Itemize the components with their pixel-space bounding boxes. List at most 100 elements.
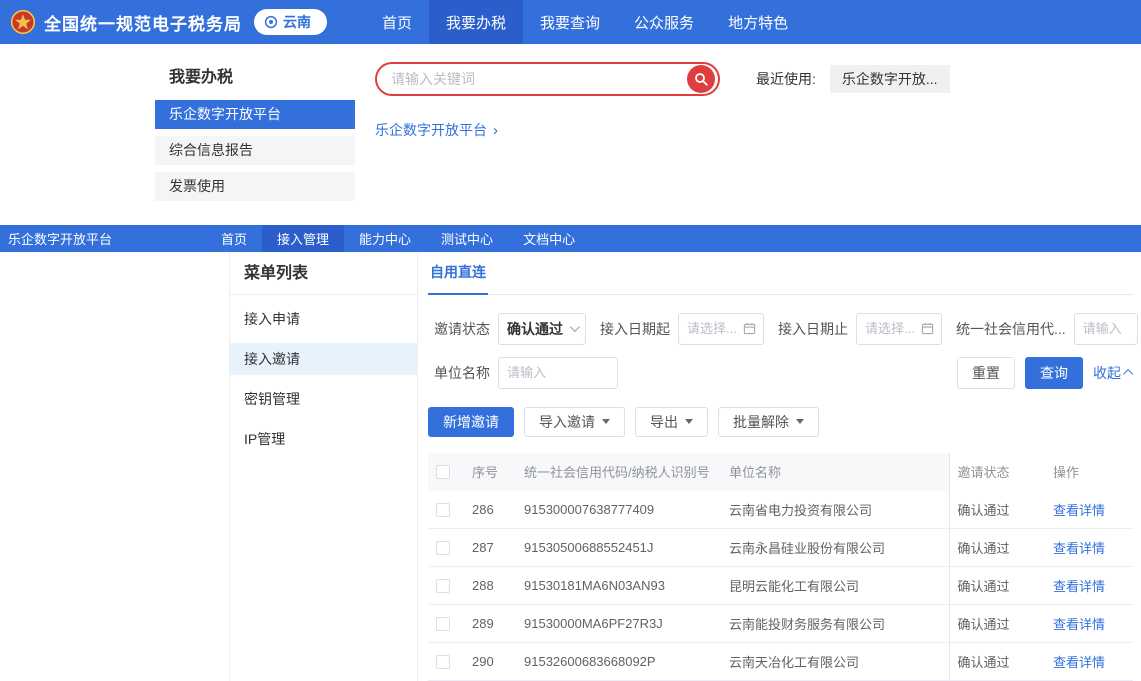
date-to-label: 接入日期止: [778, 319, 848, 339]
collapse-link[interactable]: 收起: [1093, 363, 1133, 383]
top-nav-item-public-service[interactable]: 公众服务: [617, 0, 711, 44]
platform-nav-home[interactable]: 首页: [206, 225, 262, 252]
search-input[interactable]: [391, 71, 687, 87]
table-row: 289 91530000MA6PF27R3J 云南能投财务服务有限公司 确认通过…: [428, 605, 1133, 643]
cell-credit-code: 915300007638777409: [516, 491, 721, 529]
top-nav-item-home[interactable]: 首页: [365, 0, 429, 44]
platform-nav-doc-center[interactable]: 文档中心: [508, 225, 590, 252]
site-title: 全国统一规范电子税务局: [44, 10, 242, 35]
cell-status: 确认通过: [949, 605, 1045, 643]
top-header: 全国统一规范电子税务局 云南 首页 我要办税 我要查询 公众服务 地方特色: [0, 0, 1141, 44]
tab-self-direct-connect[interactable]: 自用直连: [428, 262, 488, 295]
col-header-company: 单位名称: [721, 453, 949, 491]
platform-nav-access-management[interactable]: 接入管理: [262, 225, 344, 252]
row-checkbox[interactable]: [436, 541, 450, 555]
cell-status: 确认通过: [949, 643, 1045, 681]
select-all-checkbox[interactable]: [436, 465, 450, 479]
collapse-label: 收起: [1093, 363, 1121, 383]
batch-remove-button[interactable]: 批量解除: [718, 407, 819, 437]
invitation-table: 序号 统一社会信用代码/纳税人识别号 单位名称 邀请状态 操作 286 9153…: [428, 453, 1133, 681]
calendar-icon: [743, 322, 756, 335]
top-nav-item-local-features[interactable]: 地方特色: [711, 0, 805, 44]
left-gutter: [0, 252, 230, 681]
region-badge[interactable]: 云南: [254, 9, 327, 35]
row-checkbox[interactable]: [436, 655, 450, 669]
row-checkbox[interactable]: [436, 579, 450, 593]
top-nav-item-tax-service[interactable]: 我要办税: [429, 0, 523, 44]
company-name-label: 单位名称: [428, 363, 490, 383]
row-checkbox[interactable]: [436, 617, 450, 631]
calendar-icon: [921, 322, 934, 335]
keyword-search-box[interactable]: [375, 62, 720, 96]
cell-company: 云南能投财务服务有限公司: [721, 605, 949, 643]
invite-status-label: 邀请状态: [428, 319, 490, 339]
filter-actions: 重置 查询 收起: [957, 357, 1133, 389]
col-header-status: 邀请状态: [949, 453, 1045, 491]
date-to-input[interactable]: [865, 321, 917, 336]
cell-company: 云南天冶化工有限公司: [721, 643, 949, 681]
date-from-picker[interactable]: [678, 313, 764, 345]
platform-nav-test-center[interactable]: 测试中心: [426, 225, 508, 252]
menu-item-access-application[interactable]: 接入申请: [230, 303, 417, 335]
cell-seq: 286: [464, 491, 516, 529]
export-button[interactable]: 导出: [635, 407, 708, 437]
date-to-picker[interactable]: [856, 313, 942, 345]
menu-item-access-invitation[interactable]: 接入邀请: [230, 343, 417, 375]
menu-item-ip-management[interactable]: IP管理: [230, 423, 417, 455]
cell-status: 确认通过: [949, 491, 1045, 529]
caret-down-icon: [602, 419, 610, 424]
tax-menu-item-invoice-use[interactable]: 发票使用: [155, 172, 355, 201]
menu-item-key-management[interactable]: 密钥管理: [230, 383, 417, 415]
invite-status-select[interactable]: 确认通过: [498, 313, 586, 345]
cell-seq: 290: [464, 643, 516, 681]
company-name-input[interactable]: [498, 357, 618, 389]
reset-button[interactable]: 重置: [957, 357, 1015, 389]
chevron-right-icon: ›: [493, 122, 498, 139]
filter-panel: 邀请状态 确认通过 接入日期起 接入日期止: [428, 295, 1133, 389]
filter-row-2: 单位名称 重置 查询 收起: [428, 357, 1133, 389]
hero-section: 我要办税 乐企数字开放平台 综合信息报告 发票使用 最近使用: 乐企数字开放..…: [0, 44, 1141, 225]
recent-used-item[interactable]: 乐企数字开放...: [830, 65, 950, 93]
col-header-action: 操作: [1045, 453, 1133, 491]
hero-right: 最近使用: 乐企数字开放... 乐企数字开放平台 ›: [355, 44, 1141, 225]
view-detail-link[interactable]: 查看详情: [1053, 655, 1105, 670]
platform-nav-capability-center[interactable]: 能力中心: [344, 225, 426, 252]
platform-title: 乐企数字开放平台: [0, 229, 206, 248]
cell-credit-code: 91530000MA6PF27R3J: [516, 605, 721, 643]
top-nav-item-query[interactable]: 我要查询: [523, 0, 617, 44]
platform-bar: 乐企数字开放平台 首页 接入管理 能力中心 测试中心 文档中心: [0, 225, 1141, 252]
tax-menu-item-info-report[interactable]: 综合信息报告: [155, 136, 355, 165]
table-row: 290 91532600683668092P 云南天冶化工有限公司 确认通过 查…: [428, 643, 1133, 681]
cell-company: 云南省电力投资有限公司: [721, 491, 949, 529]
caret-down-icon: [796, 419, 804, 424]
cell-status: 确认通过: [949, 529, 1045, 567]
main-area: 菜单列表 接入申请 接入邀请 密钥管理 IP管理 自用直连 邀请状态 确认通过 …: [0, 252, 1141, 681]
row-checkbox[interactable]: [436, 503, 450, 517]
add-invitation-button[interactable]: 新增邀请: [428, 407, 514, 437]
cell-status: 确认通过: [949, 567, 1045, 605]
date-from-input[interactable]: [687, 321, 739, 336]
credit-code-input[interactable]: [1074, 313, 1138, 345]
search-button[interactable]: [687, 65, 715, 93]
date-from-label: 接入日期起: [600, 319, 670, 339]
view-detail-link[interactable]: 查看详情: [1053, 541, 1105, 556]
view-detail-link[interactable]: 查看详情: [1053, 579, 1105, 594]
import-invitation-button[interactable]: 导入邀请: [524, 407, 625, 437]
region-name: 云南: [283, 12, 311, 32]
credit-code-label: 统一社会信用代...: [956, 319, 1066, 339]
table-header-row: 序号 统一社会信用代码/纳税人识别号 单位名称 邀请状态 操作: [428, 453, 1133, 491]
table-row: 288 91530181MA6N03AN93 昆明云能化工有限公司 确认通过 查…: [428, 567, 1133, 605]
tax-menu-item-leqi-platform[interactable]: 乐企数字开放平台: [155, 100, 355, 129]
chevron-down-icon: [570, 322, 580, 332]
tab-bar: 自用直连: [428, 252, 1133, 295]
action-button-row: 新增邀请 导入邀请 导出 批量解除: [428, 407, 1133, 437]
view-detail-link[interactable]: 查看详情: [1053, 617, 1105, 632]
col-header-credit-code: 统一社会信用代码/纳税人识别号: [516, 453, 721, 491]
platform-quick-link[interactable]: 乐企数字开放平台 ›: [375, 120, 498, 140]
view-detail-link[interactable]: 查看详情: [1053, 503, 1105, 518]
menu-panel: 菜单列表 接入申请 接入邀请 密钥管理 IP管理: [230, 252, 418, 681]
query-button[interactable]: 查询: [1025, 357, 1083, 389]
cell-credit-code: 91530181MA6N03AN93: [516, 567, 721, 605]
tax-menu-header: 我要办税: [155, 64, 355, 92]
cell-credit-code: 91530500688552451J: [516, 529, 721, 567]
